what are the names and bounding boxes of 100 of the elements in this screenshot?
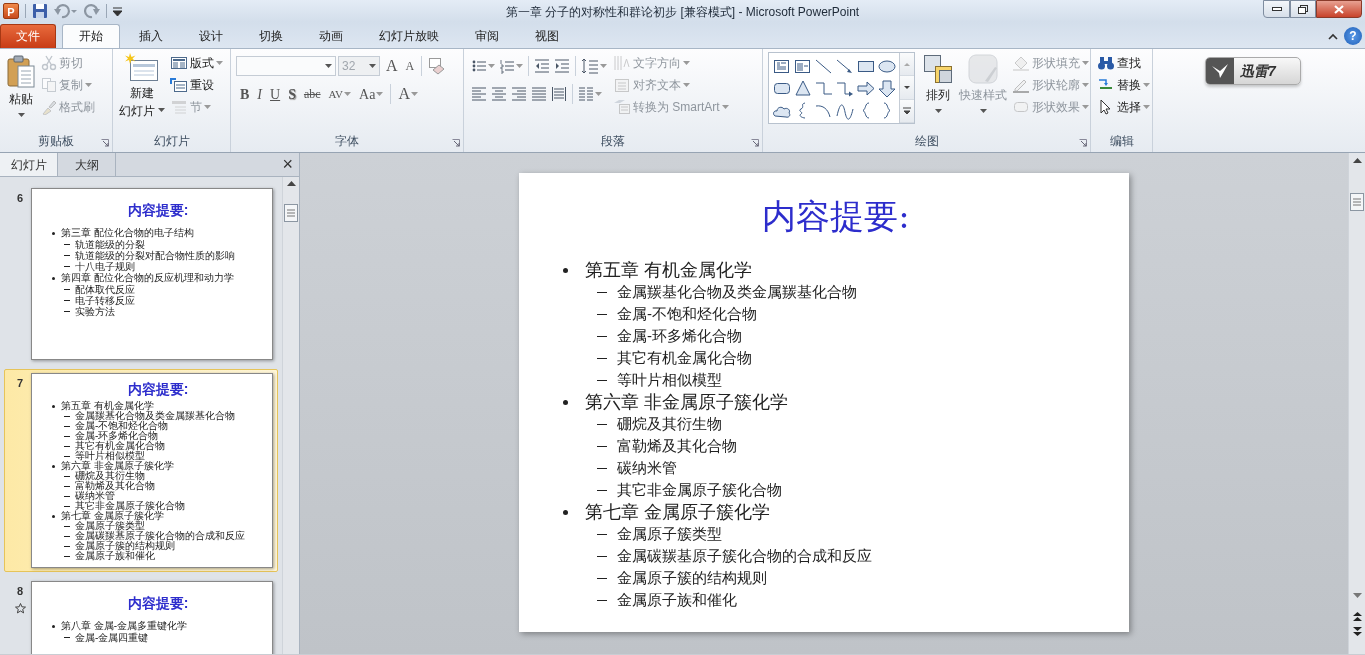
- undo-icon[interactable]: [54, 3, 78, 19]
- addin-button[interactable]: 迅雷7: [1205, 57, 1301, 85]
- caret-icon: [1082, 83, 1089, 87]
- slide-title: 内容提要:: [126, 201, 190, 219]
- scroll-down-icon: [903, 84, 911, 91]
- ribbon-tab[interactable]: 设计: [182, 24, 240, 48]
- help-button[interactable]: ?: [1344, 27, 1362, 45]
- next-slide-icon[interactable]: [1352, 627, 1362, 636]
- caret-icon: [488, 64, 495, 68]
- ribbon-button[interactable]: 重设: [169, 74, 224, 96]
- strikethrough-button[interactable]: abc: [299, 83, 325, 105]
- slide-title: 内容提要:: [761, 195, 911, 237]
- ribbon-tab[interactable]: 动画: [302, 24, 360, 48]
- caret-icon: [344, 92, 352, 96]
- minimize-button[interactable]: [1263, 0, 1290, 18]
- dash: [64, 300, 70, 301]
- ribbon-tab[interactable]: 视图: [518, 24, 576, 48]
- ribbon-tab[interactable]: 切换: [242, 24, 300, 48]
- outline-text: 第五章 有机金属化学: [61, 401, 154, 411]
- maximize-button[interactable]: [1290, 0, 1316, 18]
- shrink-font-button[interactable]: A: [401, 55, 419, 77]
- slide-thumbnail[interactable]: 内容提要: 第五章 有机金属化学 金属羰基化合物及类金属羰基化合物 金属-不饱和烃化合物 金属-环多烯化合物 其它有机金属化合物 等叶片相似模型 第六章 非金属原子簇化学 硼烷及其衍生物 富勒烯及其化合物 碳纳米管 其它非金属原子簇化合物 第七章 金属原子簇化学 金属原子簇类型 金属碳羰基原子簇化合物的合成和反应 金属原子簇的结构规则 金属原子族和催化: [31, 373, 273, 568]
- dash: [597, 423, 607, 425]
- line-spacing-icon: [581, 58, 599, 74]
- customize-icon[interactable]: [113, 6, 122, 16]
- save-icon[interactable]: [32, 3, 48, 19]
- group-label: 绘图: [914, 133, 939, 150]
- dash: [64, 311, 70, 312]
- ribbon-button[interactable]: 新建 幻灯片: [118, 53, 166, 119]
- dash: [597, 489, 607, 491]
- caret-icon: [979, 109, 987, 113]
- dash: [64, 255, 70, 256]
- bullet: [563, 267, 568, 273]
- scroll-thumb[interactable]: [284, 204, 298, 222]
- font-name-field[interactable]: [236, 56, 336, 76]
- scroll-up-icon[interactable]: [1352, 158, 1362, 163]
- dialog-launcher-icon[interactable]: [101, 139, 109, 147]
- ribbon-tab[interactable]: 审阅: [458, 24, 516, 48]
- slide-thumbnail-row[interactable]: 8 内容提要: 第八章 金属-金属多重键化学 金属-金属四重键: [4, 577, 278, 654]
- slide-number: 8: [16, 584, 24, 599]
- outline-text: 其它非金属原子簇化合物: [617, 480, 782, 500]
- outline-text: 等叶片相似模型: [75, 451, 145, 461]
- ribbon-button[interactable]: 排列: [921, 53, 955, 113]
- slide-thumbnail[interactable]: 内容提要: 第八章 金属-金属多重键化学 金属-金属四重键: [31, 581, 273, 654]
- grow-font-button[interactable]: A: [382, 55, 402, 77]
- dash: [597, 335, 607, 337]
- ribbon-tab[interactable]: 插入: [122, 24, 180, 48]
- close-button[interactable]: ×: [282, 153, 293, 175]
- change-case-button[interactable]: Aa: [355, 83, 388, 105]
- ribbon-button[interactable]: 版式: [169, 52, 224, 74]
- shadow-button[interactable]: S: [284, 83, 300, 105]
- caret-icon: [369, 64, 376, 68]
- ribbon-tab[interactable]: 幻灯片放映: [362, 24, 456, 48]
- collapse-ribbon-icon[interactable]: [1328, 32, 1338, 40]
- scroll-thumb[interactable]: [1350, 193, 1364, 211]
- slide-thumbnail[interactable]: 内容提要: 第三章 配位化合物的电子结构 轨道能级的分裂 轨道能级的分裂对配合物性质的影响 十八电子规则 第四章 配位化合物的反应机理和动力学 配体取代反应 电子转移反应 实验方法: [31, 188, 273, 360]
- ribbon-button[interactable]: 查找: [1096, 52, 1151, 74]
- outline-text: 等叶片相似模型: [617, 370, 722, 390]
- right-arrow-icon[interactable]: [855, 78, 876, 98]
- outline-text: 电子转移反应: [75, 295, 135, 306]
- outline-text: 金属羰基化合物及类金属羰基化合物: [617, 282, 857, 302]
- ribbon-button[interactable]: 替换: [1096, 74, 1151, 96]
- bullet: [52, 514, 55, 518]
- ribbon-button[interactable]: 粘贴: [5, 55, 37, 117]
- dash: [597, 599, 607, 601]
- dialog-launcher-icon[interactable]: [751, 139, 759, 147]
- bold-button[interactable]: B: [236, 83, 254, 105]
- redo-icon[interactable]: [84, 3, 100, 19]
- file-tab[interactable]: 文件: [0, 24, 56, 48]
- slide-thumbnail-row[interactable]: 6 内容提要: 第三章 配位化合物的电子结构 轨道能级的分裂 轨道能级的分裂对配合物性质的影响 十八电子规则 第四章 配位化合物的反应机理和动力学 配体取代反应 电子转移反应 实验方法: [4, 184, 278, 364]
- dash: [64, 266, 70, 267]
- slide-title: 内容提要:: [126, 380, 190, 398]
- panel-tab[interactable]: 幻灯片: [0, 153, 58, 176]
- outline-text: 第七章 金属原子簇化学: [585, 501, 770, 523]
- font-color-button[interactable]: A: [394, 83, 422, 105]
- more-button[interactable]: [900, 99, 914, 123]
- dialog-launcher-icon[interactable]: [452, 139, 460, 147]
- scroll-down-icon[interactable]: [1352, 593, 1362, 598]
- ribbon-button[interactable]: 选择: [1096, 96, 1151, 118]
- caret-icon: [158, 108, 165, 112]
- bullet-list-icon: [471, 58, 487, 74]
- underline-button[interactable]: U: [266, 83, 285, 105]
- caret-icon: [600, 64, 607, 68]
- slide-title: 内容提要:: [126, 594, 190, 612]
- panel-tab[interactable]: 大纲: [58, 153, 116, 176]
- slide-thumbnail-row[interactable]: 7 内容提要: 第五章 有机金属化学 金属羰基化合物及类金属羰基化合物 金属-不饱和烃化合物 金属-环多烯化合物 其它有机金属化合物 等叶片相似模型 第六章 非金属原子簇化学 硼烷及其衍生物 富勒烯及其化合物 碳纳米管 其它非金属原子簇化合物 第七章 金属原子簇化学 金属原子簇类型 金属碳羰基原子簇化合物的合成和反应 金属原子簇的结构规则 金属原子族和催化: [4, 369, 278, 572]
- down-arrow-icon[interactable]: [876, 78, 897, 98]
- outline-text: 第四章 配位化合物的反应机理和动力学: [61, 272, 234, 284]
- outline-text: 其它非金属原子簇化合物: [75, 501, 185, 511]
- bullet: [52, 404, 55, 408]
- caret-icon: [683, 83, 690, 87]
- italic-button[interactable]: I: [253, 83, 266, 105]
- ribbon-tab[interactable]: 开始: [62, 24, 120, 48]
- previous-slide-icon[interactable]: [1352, 612, 1362, 621]
- text-direction-icon: [613, 55, 631, 71]
- character-spacing-button[interactable]: AV: [324, 83, 356, 105]
- scroll-up-icon[interactable]: [286, 181, 296, 186]
- dialog-launcher-icon[interactable]: [1079, 139, 1087, 147]
- close-button[interactable]: [1316, 0, 1362, 18]
- triangle-icon[interactable]: [792, 78, 813, 98]
